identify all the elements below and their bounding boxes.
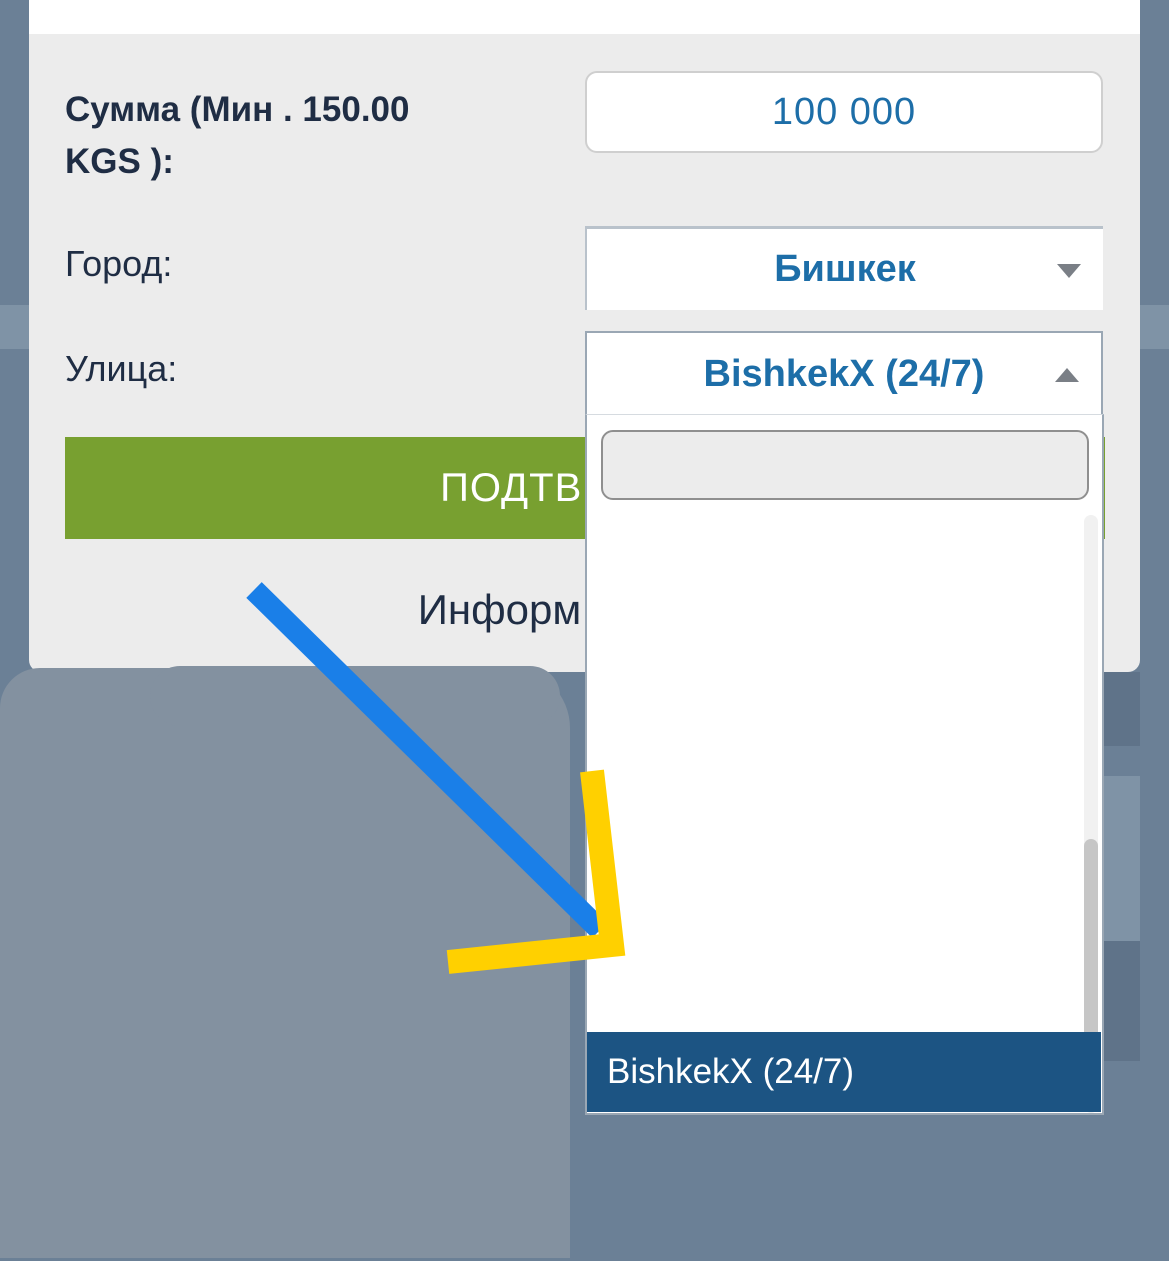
obscured-area <box>150 666 560 726</box>
city-label: Город: <box>65 243 173 284</box>
amount-label: Сумма (Мин . 150.00 KGS ): <box>65 90 410 181</box>
modal-header-area <box>29 0 1140 34</box>
background-block <box>1104 672 1140 746</box>
street-label: Улица: <box>65 348 178 389</box>
amount-input[interactable]: 100 000 <box>585 71 1103 153</box>
dropdown-option-selected[interactable]: BishkekX (24/7) <box>587 1032 1101 1112</box>
background-block <box>1104 776 1140 941</box>
street-select-value: BishkekX (24/7) <box>703 352 985 395</box>
street-select[interactable]: BishkekX (24/7) <box>585 331 1103 415</box>
obscured-area <box>0 668 570 1258</box>
dropdown-option-label: BishkekX (24/7) <box>607 1052 855 1091</box>
street-dropdown-list[interactable]: BishkekX (24/7) <box>585 414 1104 1115</box>
city-select[interactable]: Бишкек <box>585 226 1103 310</box>
dropdown-search-input[interactable] <box>601 430 1089 500</box>
city-select-value: Бишкек <box>774 248 916 290</box>
chevron-up-icon <box>1055 368 1079 382</box>
info-link-label: Информ <box>417 586 582 633</box>
background-block <box>1104 941 1140 1061</box>
chevron-down-icon <box>1057 264 1081 278</box>
